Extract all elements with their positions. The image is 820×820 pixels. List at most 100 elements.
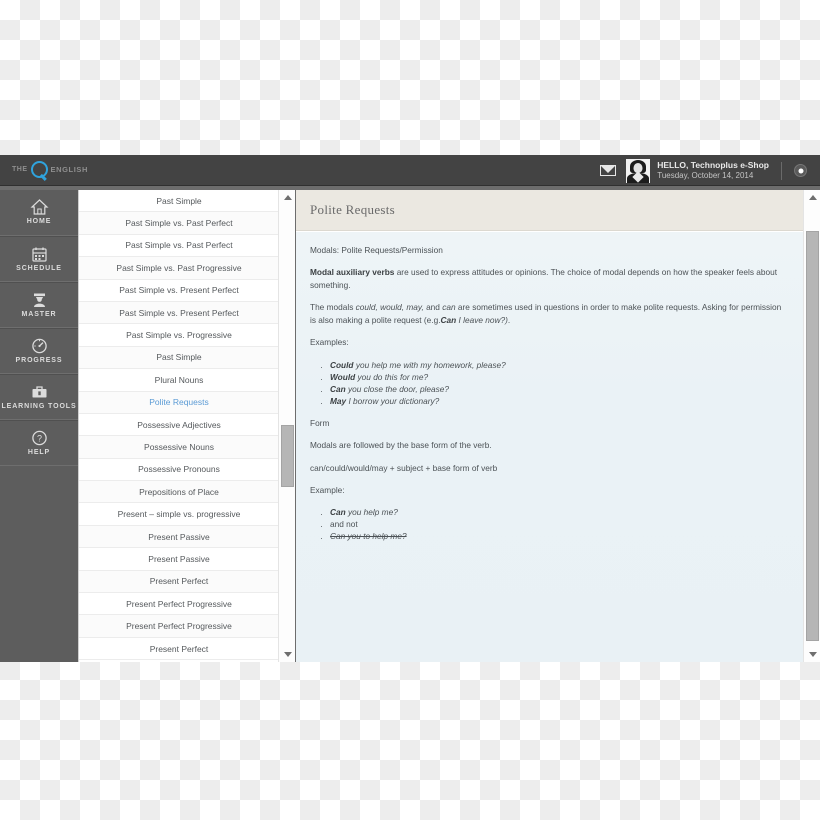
- lesson-list-item-label: Past Simple vs. Past Perfect: [125, 218, 233, 229]
- content-pane: Polite Requests Modals: Polite Requests/…: [296, 190, 820, 662]
- and-not-text: and not: [330, 519, 358, 530]
- lesson-list-scrollbar[interactable]: [278, 190, 295, 662]
- home-icon: [29, 198, 49, 216]
- gear-icon[interactable]: [794, 164, 807, 177]
- avatar[interactable]: [626, 158, 651, 183]
- example-modal: Would: [330, 371, 356, 382]
- lesson-list-item-label: Present Passive: [148, 531, 210, 542]
- lesson-list-item-label: Past Simple vs. Past Progressive: [116, 262, 242, 273]
- lesson-list-item-label: Plural Nouns: [154, 374, 204, 385]
- lesson-list-item[interactable]: Past Simple: [79, 190, 279, 213]
- lesson-list-item[interactable]: Present Passive: [79, 525, 279, 549]
- lesson-list-item[interactable]: Past Simple vs. Past Perfect: [79, 234, 279, 258]
- sidebar-item-label: HOME: [26, 218, 52, 226]
- lesson-list-item[interactable]: Plural Nouns: [79, 369, 279, 392]
- lesson-list-item[interactable]: Past Simple vs. Past Perfect: [79, 212, 279, 235]
- application-window: THE ENGLISH HELLO, Technoplus e-Shop Tue…: [0, 155, 820, 662]
- logo-english-text: ENGLISH: [50, 165, 89, 174]
- scroll-down-arrow[interactable]: [279, 647, 296, 662]
- lesson-list-item[interactable]: Present Passive: [79, 548, 279, 571]
- examples-list: Could you help me with my homework, plea…: [310, 359, 787, 407]
- example-modal: Can: [330, 383, 346, 394]
- app-logo[interactable]: THE ENGLISH: [12, 161, 88, 178]
- sidebar-item-label: MASTER: [21, 310, 57, 318]
- current-date: Tuesday, October 14, 2014: [657, 170, 754, 180]
- list-item: Can you close the door, please?: [330, 383, 787, 395]
- content-scrollbar[interactable]: [803, 190, 820, 662]
- usage-and: and: [423, 302, 443, 313]
- lesson-list-item[interactable]: Present – simple vs. progressive: [79, 503, 279, 526]
- lesson-list-item-label: Present Perfect: [149, 576, 209, 587]
- lesson-list-item[interactable]: Past Simple: [79, 346, 279, 370]
- scrollbar-thumb[interactable]: [806, 231, 819, 641]
- sidebar-item-help[interactable]: ? HELP: [0, 420, 78, 466]
- lesson-list-item-label: Present Perfect Progressive: [126, 598, 232, 609]
- greeting-text: HELLO, Technoplus e-Shop: [657, 160, 769, 171]
- sidebar-item-schedule[interactable]: SCHEDULE: [0, 236, 78, 282]
- lesson-body: Modals: Polite Requests/Permission Modal…: [296, 232, 803, 662]
- triangle-down-icon: [808, 652, 817, 657]
- lesson-list-item-label: Present – simple vs. progressive: [117, 509, 241, 520]
- lesson-list-item-label: Past Simple vs. Present Perfect: [119, 285, 239, 296]
- lesson-list-item[interactable]: Present Perfect: [79, 637, 279, 661]
- example-inline-rest: I leave now?): [456, 314, 508, 325]
- lesson-list-item-label: Past Simple vs. Present Perfect: [119, 307, 239, 318]
- sidebar-item-master[interactable]: MASTER: [0, 282, 78, 328]
- lesson-list-item[interactable]: Past Simple vs. Present Perfect: [79, 301, 279, 325]
- lesson-list-item-label: Present Passive: [148, 553, 210, 564]
- sidebar-item-progress[interactable]: PROGRESS: [0, 328, 78, 374]
- scroll-up-arrow[interactable]: [804, 190, 820, 205]
- scrollbar-thumb[interactable]: [281, 425, 294, 487]
- lesson-list-item[interactable]: Possessive Adjectives: [79, 413, 279, 437]
- list-item: Can you help me?: [330, 506, 787, 518]
- triangle-down-icon: [283, 652, 292, 657]
- sidebar-item-learning-tools[interactable]: LEARNING TOOLS: [0, 374, 78, 420]
- sidebar-item-label: HELP: [27, 448, 51, 456]
- form-label: Form: [310, 417, 330, 428]
- lesson-list-item-label: Past Simple vs. Past Perfect: [125, 240, 233, 251]
- lesson-list-item[interactable]: Possessive Pronouns: [79, 458, 279, 482]
- modal-can: can: [442, 302, 456, 313]
- list-item: and not: [330, 518, 787, 530]
- scroll-up-arrow[interactable]: [279, 190, 296, 205]
- example-text: you close the door, please?: [345, 383, 450, 394]
- list-item: Could you help me with my homework, plea…: [330, 359, 787, 371]
- lesson-list-item[interactable]: Prepositions of Place: [79, 481, 279, 504]
- lesson-list-item[interactable]: Past Simple vs. Present Perfect: [79, 279, 279, 302]
- top-bar: THE ENGLISH HELLO, Technoplus e-Shop Tue…: [0, 155, 820, 186]
- lesson-list-item[interactable]: Past Simple vs. Progressive: [79, 324, 279, 347]
- scroll-down-arrow[interactable]: [804, 647, 820, 662]
- usage-lead: The modals: [310, 302, 356, 313]
- logo-q-icon: [30, 161, 48, 178]
- mail-icon[interactable]: [600, 165, 617, 176]
- lesson-list-item-label: Possessive Adjectives: [137, 419, 221, 430]
- page-title: Polite Requests: [310, 202, 396, 217]
- lesson-list-item[interactable]: Present Perfect Progressive: [79, 615, 279, 638]
- list-item: Would you do this for me?: [330, 371, 787, 383]
- lesson-list-item-label: Past Simple: [156, 195, 202, 206]
- lesson-list-item-label: Past Simple: [156, 352, 202, 363]
- example-label: Example:: [310, 485, 345, 495]
- lesson-list-item[interactable]: Past Simple vs. Past Progressive: [79, 257, 279, 280]
- toolbox-icon: [30, 383, 49, 401]
- triangle-up-icon: [283, 195, 292, 200]
- example-text: I borrow your dictionary?: [346, 395, 440, 406]
- example-text: you help me with my homework, please?: [353, 359, 506, 370]
- lesson-list[interactable]: Past Simple Past Simple vs. Past Perfect P…: [79, 190, 279, 662]
- lesson-list-item-label: Possessive Nouns: [144, 441, 214, 452]
- lesson-list-item-label: Present Perfect Progressive: [126, 621, 232, 632]
- form-text: Modals are followed by the base form of …: [310, 440, 492, 451]
- list-item: May I borrow your dictionary?: [330, 395, 787, 407]
- question-icon: ?: [30, 429, 49, 447]
- example-inline-modal: Can: [440, 314, 457, 325]
- lesson-list-pane: Past Simple Past Simple vs. Past Perfect P…: [78, 190, 295, 662]
- sidebar-item-label: LEARNING TOOLS: [1, 402, 77, 410]
- sidebar-item-home[interactable]: HOME: [0, 190, 78, 236]
- example-modal: May: [330, 395, 347, 406]
- lesson-list-item[interactable]: Present Perfect: [79, 570, 279, 594]
- lesson-list-item[interactable]: Polite Requests: [79, 391, 279, 414]
- lesson-list-item[interactable]: Present Perfect Progressive: [79, 593, 279, 616]
- lesson-list-item-label: Prepositions of Place: [139, 486, 219, 497]
- logo-the-text: THE: [12, 166, 28, 173]
- lesson-list-item[interactable]: Possessive Nouns: [79, 436, 279, 459]
